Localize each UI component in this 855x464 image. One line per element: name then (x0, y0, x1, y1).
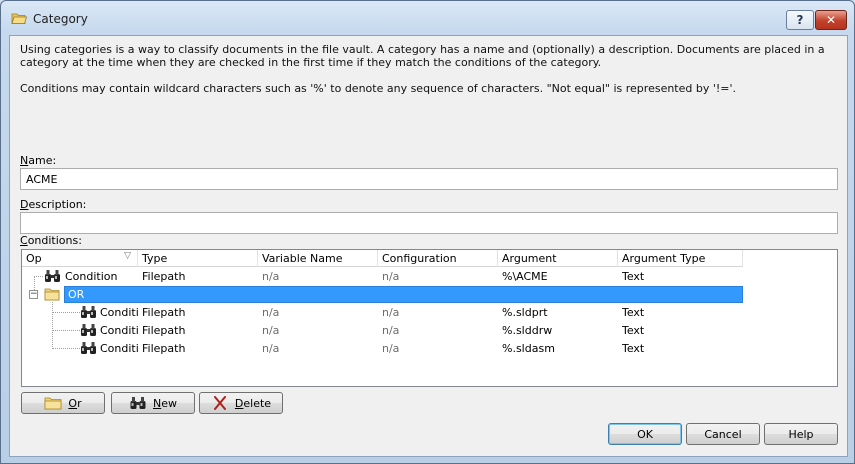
grid-header: Op ▽ Type Variable Name Configuration Ar… (22, 250, 743, 267)
column-header-variable-name[interactable]: Variable Name (258, 250, 378, 267)
cell-variable-name: n/a (262, 324, 280, 337)
binoculars-icon (81, 324, 96, 336)
cell-variable-name: n/a (262, 342, 280, 355)
column-header-op[interactable]: Op ▽ (22, 250, 138, 267)
cell-configuration: n/a (382, 324, 400, 337)
cell-argument: %.slddrw (502, 324, 553, 337)
title-close-button[interactable]: ✕ (815, 10, 847, 30)
window-title: Category (33, 12, 88, 26)
dialog-body: Using categories is a way to classify do… (9, 35, 848, 457)
title-help-button[interactable]: ? (786, 10, 814, 30)
folder-icon (44, 288, 60, 301)
cell-configuration: n/a (382, 270, 400, 283)
add-or-button[interactable]: Or (21, 392, 105, 414)
cell-op: Conditi... (100, 342, 138, 355)
cell-op: OR (68, 288, 85, 301)
description-label: Description: (20, 198, 87, 211)
cell-type: Filepath (142, 306, 186, 319)
cell-variable-name: n/a (262, 306, 280, 319)
new-condition-button[interactable]: New (111, 392, 195, 414)
tree-collapse-toggle[interactable]: − (29, 290, 38, 299)
cell-argument: %.sldprt (502, 306, 548, 319)
column-header-configuration[interactable]: Configuration (378, 250, 498, 267)
cell-argument-type: Text (622, 324, 645, 337)
table-row[interactable]: Conditi... Filepath n/a n/a %.sldprt Tex… (22, 304, 743, 322)
cell-configuration: n/a (382, 342, 400, 355)
cancel-button-label: Cancel (704, 427, 742, 441)
binoculars-icon (45, 270, 60, 282)
table-row[interactable]: Condition Filepath n/a n/a %\ACME Text (22, 268, 743, 286)
question-mark-icon: ? (796, 13, 804, 27)
delete-button-label: Delete (234, 396, 272, 410)
binoculars-icon (130, 397, 146, 409)
description-input[interactable] (20, 212, 838, 234)
selection-highlight (64, 286, 743, 303)
delete-x-icon (213, 396, 226, 410)
close-icon: ✕ (825, 13, 837, 27)
cell-argument-type: Text (622, 306, 645, 319)
conditions-grid[interactable]: Op ▽ Type Variable Name Configuration Ar… (21, 249, 838, 387)
cell-argument: %\ACME (502, 270, 548, 283)
intro-paragraph-wildcards: Conditions may contain wildcard characte… (20, 82, 737, 95)
category-dialog: Category ? ✕ Using categories is a way t… (0, 0, 855, 464)
cell-argument: %.sldasm (502, 342, 555, 355)
column-header-argument[interactable]: Argument (498, 250, 618, 267)
cell-op: Conditi... (100, 324, 138, 337)
sort-down-icon: ▽ (124, 251, 131, 261)
folder-open-icon (11, 13, 27, 24)
name-label: Name: (20, 154, 57, 167)
ok-button[interactable]: OK (608, 423, 682, 445)
new-condition-button-label: New (153, 396, 177, 410)
delete-button[interactable]: Delete (199, 392, 283, 414)
cell-configuration: n/a (382, 306, 400, 319)
cancel-button[interactable]: Cancel (686, 423, 760, 445)
help-button-label: Help (788, 427, 814, 441)
cell-type: Filepath (142, 342, 186, 355)
cell-variable-name: n/a (262, 270, 280, 283)
binoculars-icon (81, 306, 96, 318)
conditions-label: Conditions: (20, 234, 82, 247)
cell-argument-type: Text (622, 270, 645, 283)
table-row[interactable]: Conditi... Filepath n/a n/a %.sldasm Tex… (22, 340, 743, 358)
cell-op: Conditi... (100, 306, 138, 319)
table-row-or-group[interactable]: − OR (22, 286, 743, 304)
folder-icon (44, 397, 62, 410)
name-input[interactable] (20, 168, 838, 190)
add-or-button-label: Or (68, 396, 82, 410)
intro-paragraph-categories: Using categories is a way to classify do… (20, 43, 825, 69)
help-button[interactable]: Help (764, 423, 838, 445)
column-header-argument-type[interactable]: Argument Type (618, 250, 743, 267)
cell-type: Filepath (142, 324, 186, 337)
title-bar[interactable]: Category ? ✕ (1, 1, 854, 35)
column-header-type[interactable]: Type (138, 250, 258, 267)
table-row[interactable]: Conditi... Filepath n/a n/a %.slddrw Tex… (22, 322, 743, 340)
cell-type: Filepath (142, 270, 186, 283)
binoculars-icon (81, 342, 96, 354)
ok-button-label: OK (637, 427, 653, 441)
intro-text: Using categories is a way to classify do… (20, 43, 840, 108)
cell-argument-type: Text (622, 342, 645, 355)
cell-op: Condition (65, 270, 118, 283)
